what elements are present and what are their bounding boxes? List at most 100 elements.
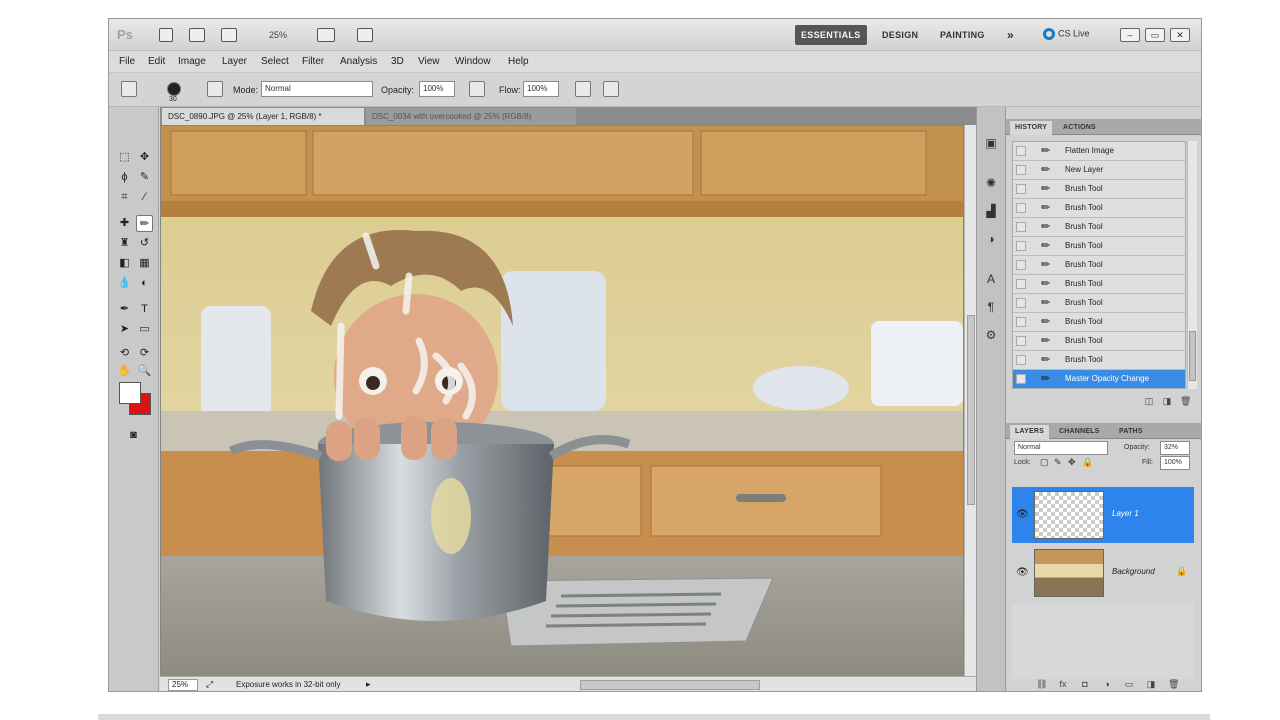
foreground-color-swatch[interactable] (119, 382, 141, 404)
3d-orbit-tool-icon[interactable]: ⟳ (136, 345, 153, 362)
eraser-tool-icon[interactable]: ◧ (116, 255, 133, 272)
menu-view[interactable]: View (418, 56, 440, 67)
menu-filter[interactable]: Filter (302, 56, 324, 67)
history-scrollbar-thumb[interactable] (1189, 331, 1196, 381)
view-extras-icon[interactable] (221, 28, 237, 42)
new-layer-icon[interactable]: ◨ (1146, 679, 1156, 689)
history-state-row[interactable]: ✏ Master Opacity Change (1013, 370, 1185, 388)
menu-layer[interactable]: Layer (222, 56, 247, 67)
layer-style-icon[interactable]: fx (1058, 679, 1068, 689)
adjustments-panel-icon[interactable]: ◑ (983, 231, 999, 247)
clone-stamp-tool-icon[interactable]: ♜ (116, 235, 133, 252)
delete-layer-icon[interactable]: 🗑 (1168, 679, 1179, 689)
tab-actions[interactable]: ACTIONS (1058, 121, 1101, 135)
brush-panel-icon[interactable] (207, 81, 223, 97)
fill-field[interactable]: 100% (1160, 456, 1190, 470)
type-tool-icon[interactable]: T (136, 301, 153, 318)
lock-all-icon[interactable]: 🔒 (1082, 457, 1093, 467)
pressure-opacity-icon[interactable] (469, 81, 485, 97)
status-info-icon[interactable]: ⤢ (206, 679, 213, 690)
marquee-tool-icon[interactable]: ⬚ (116, 149, 133, 166)
link-layers-icon[interactable]: ⛓ (1036, 679, 1047, 689)
crop-tool-icon[interactable]: ⌗ (116, 189, 133, 206)
character-panel-icon[interactable]: A (983, 271, 999, 287)
brush-preset-icon[interactable] (121, 81, 137, 97)
layer-name[interactable]: Layer 1 (1112, 509, 1139, 518)
quick-mask-icon[interactable]: ◙ (125, 427, 142, 444)
new-group-icon[interactable]: ▭ (1124, 679, 1134, 689)
healing-brush-tool-icon[interactable]: ✚ (116, 215, 133, 232)
eye-icon[interactable]: 👁 (1016, 567, 1029, 579)
history-state-row[interactable]: ✏ Brush Tool (1013, 180, 1185, 199)
blend-mode-select[interactable]: Normal (1014, 441, 1108, 455)
dodge-tool-icon[interactable]: ◐ (136, 275, 153, 292)
brush-size-picker-icon[interactable] (167, 82, 181, 96)
delete-state-icon[interactable]: 🗑 (1180, 396, 1191, 406)
history-brush-source-checkbox[interactable] (1016, 260, 1026, 270)
mini-bridge-panel-icon[interactable]: ▣ (983, 135, 999, 151)
paragraph-panel-icon[interactable]: ¶ (983, 299, 999, 315)
history-state-row[interactable]: ✏ Brush Tool (1013, 313, 1185, 332)
layer-name[interactable]: Background (1112, 567, 1155, 576)
lock-transparent-icon[interactable]: ▢ (1040, 457, 1050, 467)
menu-file[interactable]: File (119, 56, 135, 67)
color-panel-icon[interactable]: ✺ (983, 175, 999, 191)
workspace-painting-button[interactable]: PAINTING (934, 25, 991, 45)
workspace-design-button[interactable]: DESIGN (876, 25, 924, 45)
history-brush-source-checkbox[interactable] (1016, 374, 1026, 384)
tool-presets-panel-icon[interactable]: ⚙ (983, 327, 999, 343)
history-state-row[interactable]: ✏ Brush Tool (1013, 237, 1185, 256)
history-state-row[interactable]: ✏ Brush Tool (1013, 218, 1185, 237)
history-state-row[interactable]: ✏ Brush Tool (1013, 332, 1185, 351)
history-brush-source-checkbox[interactable] (1016, 222, 1026, 232)
arrange-documents-icon[interactable] (317, 28, 335, 42)
canvas-photo[interactable] (161, 126, 963, 676)
move-tool-icon[interactable]: ✥ (136, 149, 153, 166)
lock-position-icon[interactable]: ✥ (1068, 457, 1078, 467)
new-document-from-state-icon[interactable]: ◫ (1144, 396, 1154, 406)
blur-tool-icon[interactable]: 💧 (116, 275, 133, 292)
layer-row-background[interactable]: 👁 Background 🔒 (1012, 545, 1194, 601)
history-brush-source-checkbox[interactable] (1016, 184, 1026, 194)
history-state-row[interactable]: ✏ New Layer (1013, 161, 1185, 180)
document-tab-inactive[interactable]: DSC_0034 with overcooked @ 25% (RGB/8) (366, 108, 576, 125)
more-workspaces-button[interactable]: » (1001, 25, 1020, 45)
horizontal-scrollbar-thumb[interactable] (580, 680, 760, 690)
scrollbar-thumb[interactable] (967, 315, 975, 505)
history-state-row[interactable]: ✏ Brush Tool (1013, 199, 1185, 218)
close-icon[interactable]: ✕ (1170, 28, 1190, 42)
menu-image[interactable]: Image (178, 56, 206, 67)
menu-edit[interactable]: Edit (148, 56, 165, 67)
new-snapshot-icon[interactable]: ◨ (1162, 396, 1172, 406)
shape-tool-icon[interactable]: ▭ (136, 321, 153, 338)
history-state-row[interactable]: ✏ Brush Tool (1013, 294, 1185, 313)
hand-tool-icon[interactable]: ✋ (116, 363, 133, 380)
history-state-row[interactable]: ✏ Brush Tool (1013, 275, 1185, 294)
vertical-scrollbar[interactable] (964, 125, 976, 676)
menu-analysis[interactable]: Analysis (340, 56, 377, 67)
mode-select[interactable]: Normal (261, 81, 373, 97)
layer-row-layer-1[interactable]: 👁 Layer 1 (1012, 487, 1194, 543)
opacity-field[interactable]: 100% (419, 81, 455, 97)
eyedropper-tool-icon[interactable]: ⁄ (136, 189, 153, 206)
zoom-tool-icon[interactable]: 🔍 (136, 363, 153, 380)
menu-help[interactable]: Help (508, 56, 529, 67)
restore-icon[interactable]: ▭ (1145, 28, 1165, 42)
cs-live-button[interactable]: CS Live (1043, 28, 1090, 40)
adjustment-layer-icon[interactable]: ◑ (1102, 679, 1112, 689)
gradient-tool-icon[interactable]: ▦ (136, 255, 153, 272)
document-tab-active[interactable]: DSC_0890.JPG @ 25% (Layer 1, RGB/8) * (162, 108, 364, 125)
history-state-row[interactable]: ✏ Brush Tool (1013, 351, 1185, 370)
lasso-tool-icon[interactable]: ϕ (116, 169, 133, 186)
history-brush-source-checkbox[interactable] (1016, 317, 1026, 327)
eye-icon[interactable]: 👁 (1016, 509, 1029, 521)
history-brush-source-checkbox[interactable] (1016, 241, 1026, 251)
status-menu-icon[interactable]: ▸ (366, 679, 371, 690)
menu-window[interactable]: Window (455, 56, 491, 67)
airbrush-icon[interactable] (575, 81, 591, 97)
brush-tool-icon[interactable]: ✏ (136, 215, 153, 232)
menu-3d[interactable]: 3D (391, 56, 404, 67)
history-brush-source-checkbox[interactable] (1016, 146, 1026, 156)
swatches-panel-icon[interactable]: ▟ (983, 203, 999, 219)
minimize-icon[interactable]: – (1120, 28, 1140, 42)
